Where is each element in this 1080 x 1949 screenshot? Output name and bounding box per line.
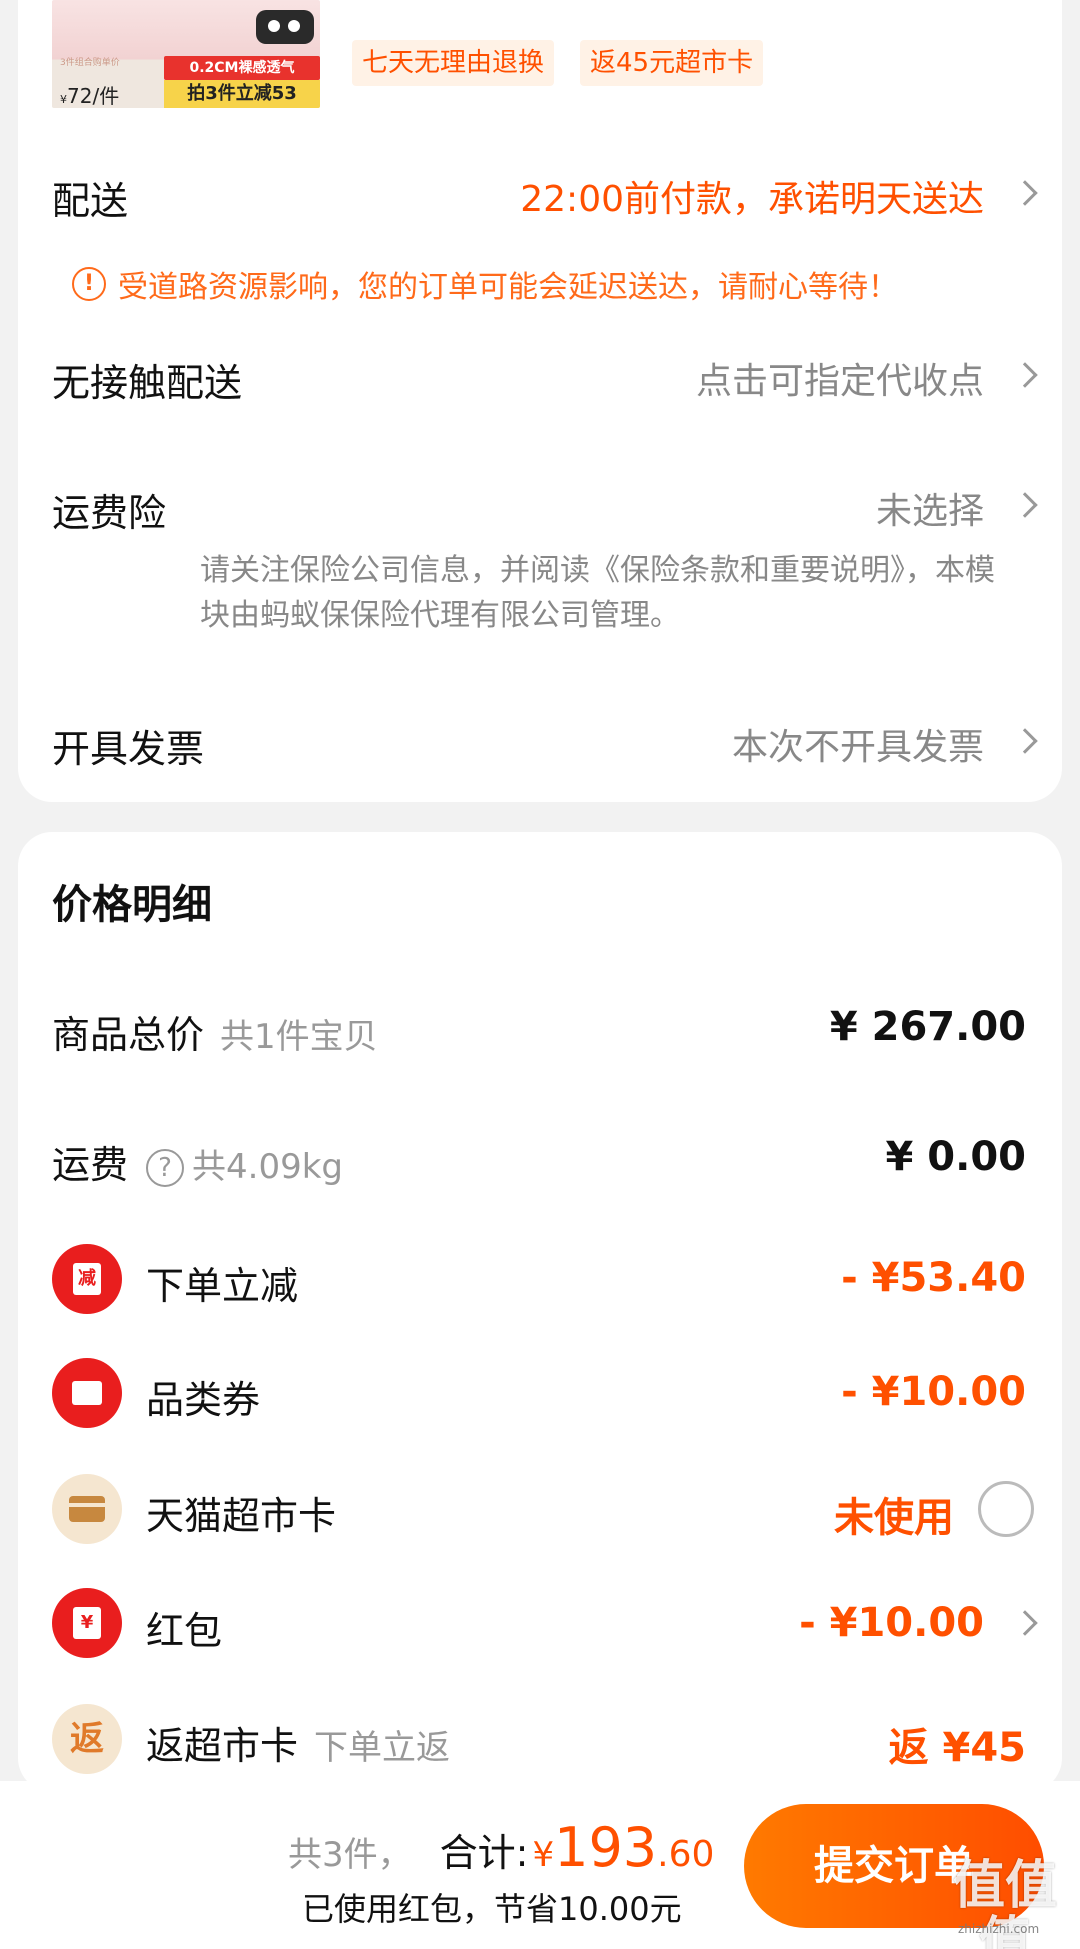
saving-text: 已使用红包，节省10.00元 <box>302 1890 682 1928</box>
return-card-row: 返超市卡 下单立返 <box>146 1715 450 1770</box>
total-label: 合计: <box>439 1831 529 1875</box>
supermarket-card-status: 未使用 <box>834 1495 954 1541</box>
order-confirm-page: 3件组合购单价 ¥72/件 0.2CM裸感透气 拍3件立减53 七天无理由退换 … <box>0 0 1080 1949</box>
shipping-fee-row: 运费? 共4.09kg <box>52 1134 343 1189</box>
total-currency: ¥ <box>532 1835 555 1875</box>
red-envelope-amount[interactable]: - ¥10.00 <box>799 1600 984 1646</box>
delivery-notice-text: 受道路资源影响，您的订单可能会延迟送达，请耐心等待！ <box>118 270 898 305</box>
contactless-value[interactable]: 点击可指定代收点 <box>696 352 984 404</box>
delivery-label: 配送 <box>52 179 129 223</box>
goods-count: 共1件宝贝 <box>220 1017 378 1057</box>
thumb-price: ¥72/件 <box>60 84 120 108</box>
total-line: 共3件， 合计: ¥ 193 .60 <box>288 1816 714 1879</box>
shipping-fee-amount: ¥ 0.00 <box>885 1134 1026 1180</box>
goods-total-row: 商品总价 共1件宝贝 <box>52 1004 378 1059</box>
insurance-note: 请关注保险公司信息，并阅读《保险条款和重要说明》，本模块由蚂蚁保保险代理有限公司… <box>200 553 995 633</box>
instant-discount-icon: 减 <box>52 1244 122 1314</box>
return-card-sub: 下单立返 <box>314 1728 451 1768</box>
thumb-feature-badge: 0.2CM裸感透气 <box>164 56 320 80</box>
supermarket-card-radio[interactable] <box>978 1481 1034 1537</box>
contactless-label: 无接触配送 <box>52 361 243 405</box>
product-thumbnail[interactable]: 3件组合购单价 ¥72/件 0.2CM裸感透气 拍3件立减53 <box>52 0 320 108</box>
shipping-insurance-value[interactable]: 未选择 <box>876 482 984 534</box>
shipping-insurance-label: 运费险 <box>52 491 167 535</box>
invoice-value[interactable]: 本次不开具发票 <box>732 718 984 770</box>
goods-total-amount: ¥ 267.00 <box>829 1004 1026 1050</box>
delivery-delay-notice: ! 受道路资源影响，您的订单可能会延迟送达，请耐心等待！ <box>72 262 898 306</box>
instant-discount-amount: - ¥53.40 <box>841 1255 1026 1301</box>
total-decimal: .60 <box>657 1834 715 1875</box>
supermarket-card-icon <box>52 1474 122 1544</box>
item-count: 共3件， <box>288 1835 412 1875</box>
return-card-icon: 返 <box>52 1704 122 1774</box>
instant-discount-label: 下单立减 <box>146 1264 299 1308</box>
price-detail-title: 价格明细 <box>52 882 212 928</box>
category-coupon-label: 品类券 <box>146 1378 261 1422</box>
thumb-promo-badge: 拍3件立减53 <box>164 80 320 108</box>
warning-icon: ! <box>72 267 106 301</box>
total-integer: 193 <box>554 1816 658 1879</box>
invoice-label: 开具发票 <box>52 727 205 771</box>
shipping-fee-label: 运费 <box>52 1143 129 1187</box>
service-tag-return: 七天无理由退换 <box>352 40 555 86</box>
service-tag-card: 返45元超市卡 <box>580 40 764 86</box>
category-coupon-icon <box>52 1358 122 1428</box>
supermarket-card-label: 天猫超市卡 <box>146 1494 337 1538</box>
return-card-label: 返超市卡 <box>146 1724 299 1768</box>
shipping-weight: 共4.09kg <box>192 1147 343 1187</box>
help-icon[interactable]: ? <box>146 1148 185 1187</box>
delivery-value[interactable]: 22:00前付款，承诺明天送达 <box>520 170 984 222</box>
thumb-mini-text: 3件组合购单价 <box>60 58 120 68</box>
return-card-amount: 返 ¥45 <box>888 1725 1026 1771</box>
red-envelope-icon: ¥ <box>52 1588 122 1658</box>
tmall-cat-icon <box>256 10 314 44</box>
category-coupon-amount[interactable]: - ¥10.00 <box>841 1369 1026 1415</box>
watermark-url: zhizhizhi.com <box>958 1922 1040 1936</box>
goods-total-label: 商品总价 <box>52 1013 205 1057</box>
red-envelope-label: 红包 <box>146 1609 223 1653</box>
